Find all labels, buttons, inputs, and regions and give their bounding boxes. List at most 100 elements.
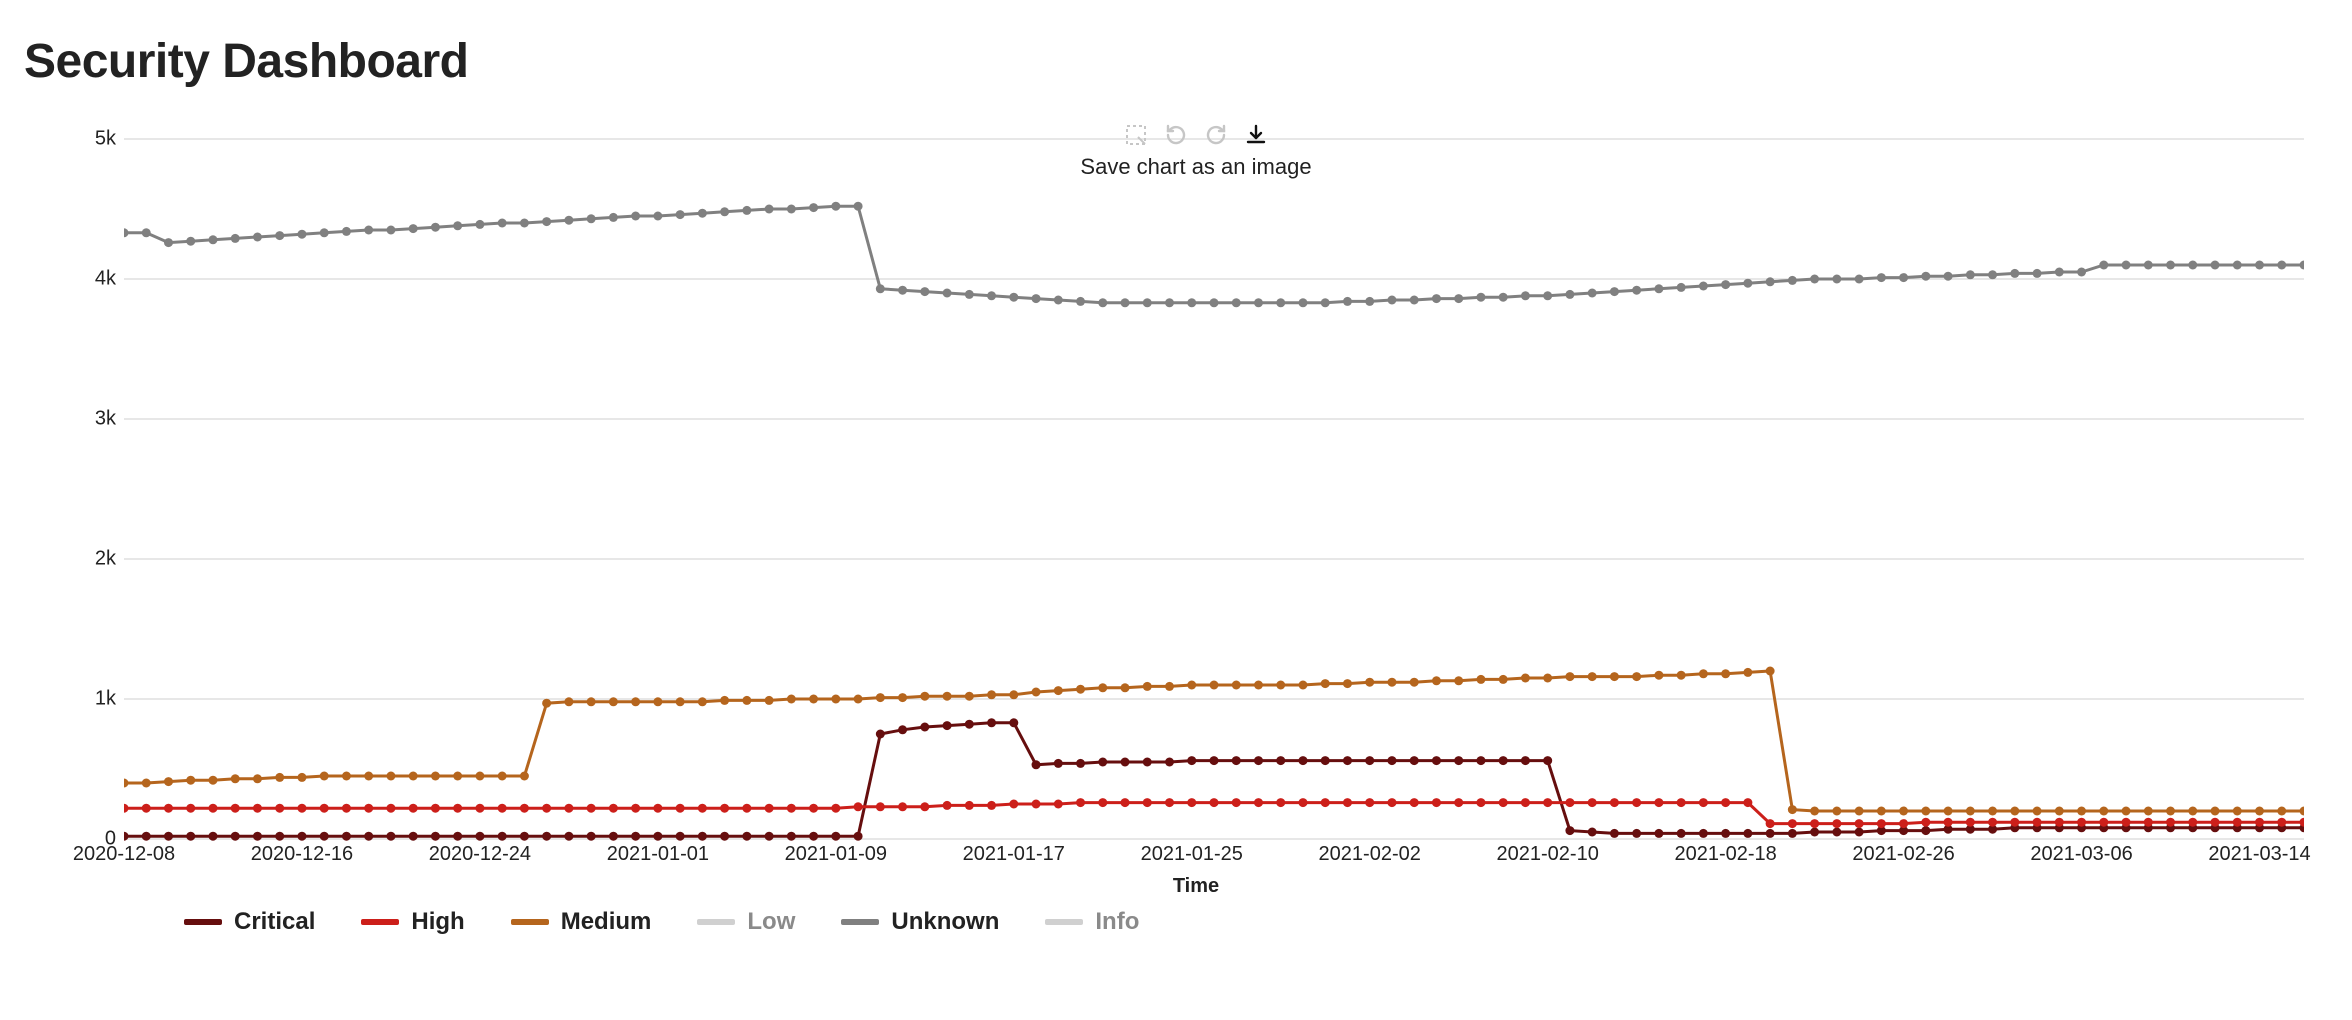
data-point[interactable]	[386, 804, 395, 813]
data-point[interactable]	[1855, 807, 1864, 816]
data-point[interactable]	[720, 207, 729, 216]
data-point[interactable]	[1654, 798, 1663, 807]
data-point[interactable]	[1476, 798, 1485, 807]
data-point[interactable]	[1543, 798, 1552, 807]
data-point[interactable]	[1499, 798, 1508, 807]
data-point[interactable]	[1921, 826, 1930, 835]
data-point[interactable]	[1232, 756, 1241, 765]
data-point[interactable]	[1387, 756, 1396, 765]
data-point[interactable]	[2300, 807, 2305, 816]
data-point[interactable]	[2300, 261, 2305, 270]
data-point[interactable]	[653, 832, 662, 841]
data-point[interactable]	[854, 802, 863, 811]
data-point[interactable]	[787, 695, 796, 704]
data-point[interactable]	[1743, 798, 1752, 807]
data-point[interactable]	[1365, 297, 1374, 306]
download-icon[interactable]	[1242, 121, 1270, 149]
data-point[interactable]	[698, 209, 707, 218]
data-point[interactable]	[1610, 287, 1619, 296]
data-point[interactable]	[1298, 298, 1307, 307]
data-point[interactable]	[1387, 678, 1396, 687]
data-point[interactable]	[876, 802, 885, 811]
legend-item-info[interactable]: Info	[1045, 908, 1139, 936]
data-point[interactable]	[1988, 807, 1997, 816]
data-point[interactable]	[1632, 798, 1641, 807]
data-point[interactable]	[2122, 261, 2131, 270]
data-point[interactable]	[587, 214, 596, 223]
data-point[interactable]	[1921, 818, 1930, 827]
data-point[interactable]	[1543, 756, 1552, 765]
data-point[interactable]	[1298, 798, 1307, 807]
data-point[interactable]	[275, 804, 284, 813]
data-point[interactable]	[1588, 798, 1597, 807]
data-point[interactable]	[320, 804, 329, 813]
data-point[interactable]	[1098, 298, 1107, 307]
data-point[interactable]	[409, 224, 418, 233]
data-point[interactable]	[320, 772, 329, 781]
data-point[interactable]	[1410, 678, 1419, 687]
data-point[interactable]	[1210, 298, 1219, 307]
data-point[interactable]	[2166, 261, 2175, 270]
data-point[interactable]	[1944, 818, 1953, 827]
data-point[interactable]	[297, 773, 306, 782]
data-point[interactable]	[520, 219, 529, 228]
data-point[interactable]	[943, 692, 952, 701]
data-point[interactable]	[1432, 294, 1441, 303]
box-select-icon[interactable]	[1122, 121, 1150, 149]
data-point[interactable]	[1165, 798, 1174, 807]
data-point[interactable]	[2300, 818, 2305, 827]
data-point[interactable]	[1321, 298, 1330, 307]
data-point[interactable]	[1521, 291, 1530, 300]
data-point[interactable]	[1009, 293, 1018, 302]
data-point[interactable]	[676, 832, 685, 841]
data-point[interactable]	[1721, 829, 1730, 838]
data-point[interactable]	[1788, 829, 1797, 838]
data-point[interactable]	[1499, 675, 1508, 684]
data-point[interactable]	[2233, 807, 2242, 816]
data-point[interactable]	[1966, 807, 1975, 816]
data-point[interactable]	[1899, 273, 1908, 282]
data-point[interactable]	[1565, 290, 1574, 299]
data-point[interactable]	[2077, 818, 2086, 827]
data-point[interactable]	[1877, 273, 1886, 282]
data-point[interactable]	[765, 804, 774, 813]
data-point[interactable]	[809, 695, 818, 704]
data-point[interactable]	[1921, 807, 1930, 816]
data-point[interactable]	[2033, 269, 2042, 278]
data-point[interactable]	[987, 690, 996, 699]
data-point[interactable]	[653, 697, 662, 706]
data-point[interactable]	[1832, 275, 1841, 284]
data-point[interactable]	[854, 695, 863, 704]
data-point[interactable]	[1944, 807, 1953, 816]
data-point[interactable]	[1210, 756, 1219, 765]
data-point[interactable]	[2277, 807, 2286, 816]
legend-item-medium[interactable]: Medium	[511, 908, 652, 936]
data-point[interactable]	[1076, 685, 1085, 694]
data-point[interactable]	[831, 202, 840, 211]
data-point[interactable]	[1788, 819, 1797, 828]
data-point[interactable]	[1098, 683, 1107, 692]
data-point[interactable]	[1721, 798, 1730, 807]
data-point[interactable]	[1054, 686, 1063, 695]
data-point[interactable]	[1365, 798, 1374, 807]
data-point[interactable]	[1677, 283, 1686, 292]
data-point[interactable]	[1699, 798, 1708, 807]
data-point[interactable]	[1143, 682, 1152, 691]
data-point[interactable]	[1032, 800, 1041, 809]
data-point[interactable]	[1499, 293, 1508, 302]
data-point[interactable]	[765, 205, 774, 214]
data-point[interactable]	[1454, 676, 1463, 685]
data-point[interactable]	[2055, 807, 2064, 816]
data-point[interactable]	[164, 832, 173, 841]
data-point[interactable]	[1877, 819, 1886, 828]
data-point[interactable]	[1232, 298, 1241, 307]
data-point[interactable]	[124, 804, 129, 813]
data-point[interactable]	[631, 804, 640, 813]
data-point[interactable]	[720, 696, 729, 705]
data-point[interactable]	[275, 231, 284, 240]
data-point[interactable]	[320, 832, 329, 841]
data-point[interactable]	[1899, 819, 1908, 828]
data-point[interactable]	[2010, 818, 2019, 827]
data-point[interactable]	[1610, 798, 1619, 807]
data-point[interactable]	[542, 699, 551, 708]
